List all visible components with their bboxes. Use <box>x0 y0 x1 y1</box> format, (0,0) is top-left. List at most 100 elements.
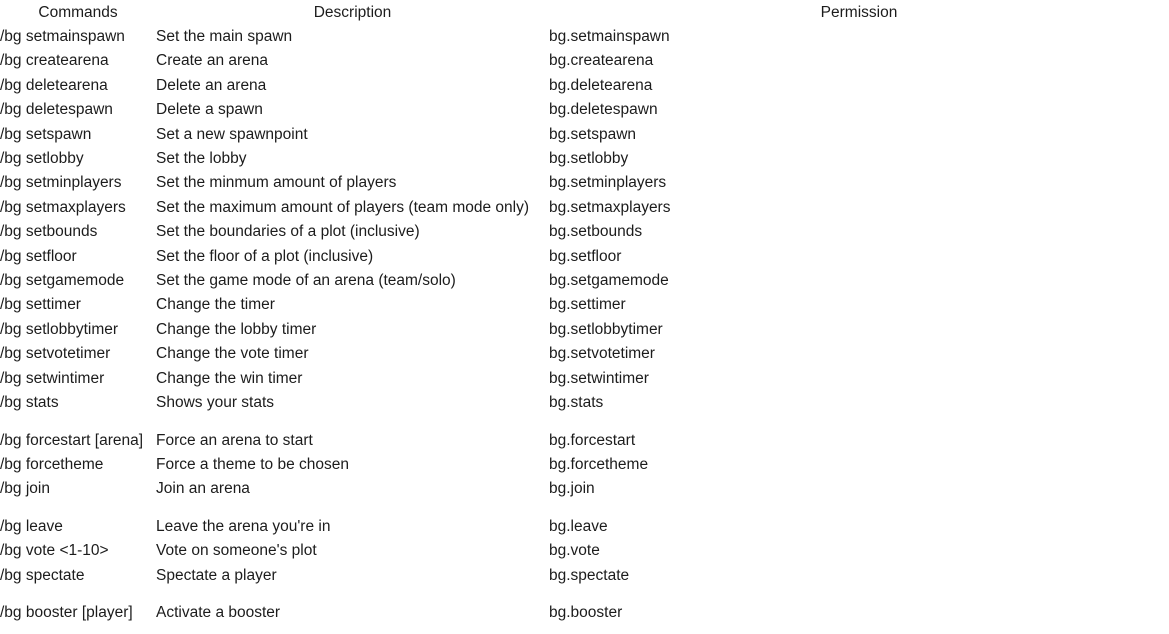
commands-reference-page: Commands Description Permission /bg setm… <box>0 0 1169 634</box>
table-row: /bg setmainspawn Set the main spawn bg.set… <box>0 25 1169 49</box>
description-cell: Change the lobby timer <box>156 320 317 338</box>
description-cell: Delete a spawn <box>156 101 263 119</box>
command-cell: /bg settimer <box>0 296 81 314</box>
permission-cell: bg.setlobbytimer <box>549 320 663 338</box>
command-cell: /bg setminplayers <box>0 174 122 192</box>
command-cell: /bg setbounds <box>0 223 98 241</box>
command-cell: /bg setlobby <box>0 150 84 168</box>
permission-cell: bg.setvotetimer <box>549 345 655 363</box>
table-row: /bg setminplayers Set the minmum amount o… <box>0 171 1169 195</box>
table-body: /bg setmainspawn Set the main spawn bg.set… <box>0 25 1169 625</box>
table-row: /bg leave Leave the arena you're in bg.lea… <box>0 515 1169 539</box>
table-row: /bg vote <1-10> Vote on someone's plot bg.… <box>0 539 1169 563</box>
table-row: /bg setspawn Set a new spawnpoint bg.setsp… <box>0 123 1169 147</box>
permission-cell: bg.settimer <box>549 296 626 314</box>
column-header-description: Description <box>313 4 392 21</box>
table-row: /bg createarena Create an arena bg.createa… <box>0 49 1169 73</box>
command-cell: /bg deletearena <box>0 76 108 94</box>
column-header-permission: Permission <box>820 4 898 21</box>
description-cell: Change the win timer <box>156 369 303 387</box>
command-cell: /bg setmaxplayers <box>0 198 126 216</box>
command-cell: /bg setfloor <box>0 247 77 265</box>
table-section-spacer <box>0 502 1169 515</box>
description-cell: Set the floor of a plot (inclusive) <box>156 247 374 265</box>
table-row: /bg deletespawn Delete a spawn bg.deletesp… <box>0 98 1169 122</box>
permission-cell: bg.setminplayers <box>549 174 667 192</box>
description-cell: Set the lobby <box>156 150 247 168</box>
permission-cell: bg.createarena <box>549 52 654 70</box>
command-cell: /bg setvotetimer <box>0 345 111 363</box>
description-cell: Set the main spawn <box>156 28 293 45</box>
command-cell: /bg setmainspawn <box>0 28 125 45</box>
command-cell: /bg setlobbytimer <box>0 320 119 338</box>
command-cell: /bg stats <box>0 394 59 412</box>
table-row: /bg settimer Change the timer bg.settimer <box>0 293 1169 317</box>
description-cell: Change the timer <box>156 296 275 314</box>
table-row: /bg forcestart [arena] Force an arena to … <box>0 429 1169 453</box>
command-cell: /bg vote <1-10> <box>0 542 109 560</box>
table-row: /bg join Join an arena bg.join <box>0 477 1169 501</box>
table-section-spacer <box>0 588 1169 601</box>
permission-cell: bg.leave <box>549 517 608 535</box>
permission-cell: bg.setfloor <box>549 247 622 265</box>
permission-cell: bg.booster <box>549 603 623 621</box>
table-section-spacer-cell <box>0 416 1169 429</box>
description-cell: Shows your stats <box>156 394 275 412</box>
permission-cell: bg.setlobby <box>549 150 629 168</box>
table-header: Commands Description Permission <box>0 0 1169 25</box>
command-cell: /bg spectate <box>0 566 85 584</box>
table-row: /bg spectate Spectate a player bg.spectate <box>0 564 1169 588</box>
permission-cell: bg.join <box>549 480 595 498</box>
table-row: /bg setgamemode Set the game mode of an a… <box>0 269 1169 293</box>
command-cell: /bg join <box>0 480 50 498</box>
permission-cell: bg.vote <box>549 542 600 560</box>
permission-cell: bg.setmainspawn <box>549 28 670 45</box>
description-cell: Set the maximum amount of players (team … <box>156 198 530 216</box>
table-row: /bg setmaxplayers Set the maximum amount … <box>0 196 1169 220</box>
permission-cell: bg.setbounds <box>549 223 643 241</box>
command-cell: /bg createarena <box>0 52 109 70</box>
description-cell: Force an arena to start <box>156 431 313 449</box>
permission-cell: bg.forcetheme <box>549 455 649 473</box>
description-cell: Create an arena <box>156 52 269 70</box>
description-cell: Activate a booster <box>156 603 281 621</box>
description-cell: Set the game mode of an arena (team/solo… <box>156 272 456 290</box>
description-cell: Join an arena <box>156 480 250 498</box>
table-row: /bg setbounds Set the boundaries of a plo… <box>0 220 1169 244</box>
command-cell: /bg forcetheme <box>0 455 104 473</box>
table-row: /bg booster [player] Activate a booster bg… <box>0 601 1169 625</box>
command-cell: /bg leave <box>0 517 63 535</box>
command-cell: /bg setgamemode <box>0 272 125 290</box>
command-cell: /bg setwintimer <box>0 369 105 387</box>
permission-cell: bg.forcestart <box>549 431 636 449</box>
table-row: /bg setlobbytimer Change the lobby timer b… <box>0 318 1169 342</box>
table-row: /bg deletearena Delete an arena bg.deletea… <box>0 74 1169 98</box>
commands-table: Commands Description Permission /bg setm… <box>0 0 1169 625</box>
table-row: /bg setwintimer Change the win timer bg.se… <box>0 367 1169 391</box>
table-section-spacer <box>0 416 1169 429</box>
table-section-spacer-cell <box>0 502 1169 515</box>
command-cell: /bg forcestart [arena] <box>0 431 144 449</box>
table-row: /bg setfloor Set the floor of a plot (inc… <box>0 245 1169 269</box>
table-row: /bg forcetheme Force a theme to be chosen… <box>0 453 1169 477</box>
description-cell: Set the minmum amount of players <box>156 174 397 192</box>
permission-cell: bg.setgamemode <box>549 272 669 290</box>
description-cell: Change the vote timer <box>156 345 309 363</box>
command-cell: /bg setspawn <box>0 125 92 143</box>
permission-cell: bg.setspawn <box>549 125 637 143</box>
table-header-row: Commands Description Permission <box>0 0 1169 25</box>
table-section-spacer-cell <box>0 588 1169 601</box>
permission-cell: bg.stats <box>549 394 604 412</box>
description-cell: Set the boundaries of a plot (inclusive) <box>156 223 420 241</box>
table-row: /bg setvotetimer Change the vote timer bg.… <box>0 342 1169 366</box>
permission-cell: bg.deletearena <box>549 76 653 94</box>
permission-cell: bg.spectate <box>549 566 630 584</box>
description-cell: Force a theme to be chosen <box>156 455 350 473</box>
permission-cell: bg.setmaxplayers <box>549 198 671 216</box>
command-cell: /bg booster [player] <box>0 603 133 621</box>
table-row: /bg stats Shows your stats bg.stats <box>0 391 1169 415</box>
description-cell: Leave the arena you're in <box>156 517 331 535</box>
description-cell: Spectate a player <box>156 566 277 584</box>
description-cell: Delete an arena <box>156 76 267 94</box>
permission-cell: bg.setwintimer <box>549 369 649 387</box>
